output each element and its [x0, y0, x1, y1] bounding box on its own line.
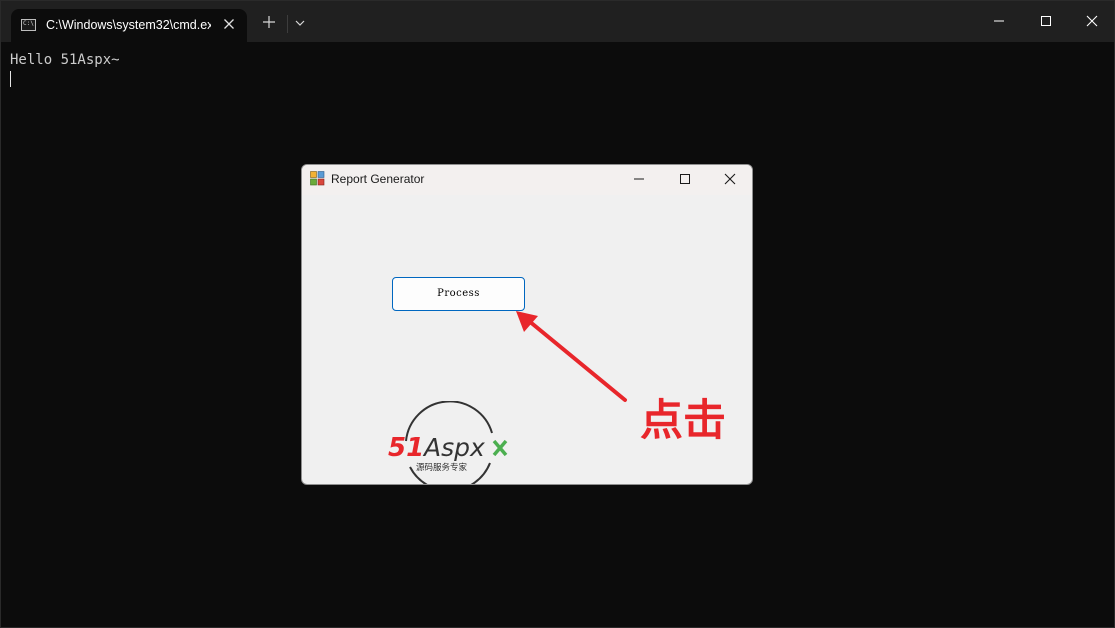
annotation-text: 点击 [640, 396, 726, 446]
watermark-brand-number: 51 [388, 433, 424, 463]
close-icon[interactable] [1084, 13, 1100, 29]
chevron-down-icon[interactable] [293, 16, 307, 30]
close-icon[interactable] [221, 16, 237, 32]
maximize-icon[interactable] [677, 171, 693, 187]
minimize-icon[interactable] [631, 171, 647, 187]
watermark-tagline: 源码服务专家 [416, 462, 468, 473]
plus-icon[interactable] [261, 14, 277, 30]
watermark-graphic: 51 Aspx 源码服务专家 [388, 400, 508, 484]
terminal-line: Hello 51Aspx~ [10, 52, 120, 68]
dialog-title: Report Generator [331, 172, 425, 186]
watermark-brand-name: Aspx [422, 433, 485, 462]
annotation-arrow [516, 311, 627, 402]
tab-separator [287, 15, 288, 33]
text-cursor [10, 71, 11, 87]
dialog-titlebar[interactable]: Report Generator [302, 165, 752, 195]
terminal-titlebar[interactable]: C:\Windows\system32\cmd.exe [1, 1, 1114, 42]
tab-title: C:\Windows\system32\cmd.exe [46, 18, 211, 32]
maximize-icon[interactable] [1038, 13, 1054, 29]
tab-cmd[interactable]: C:\Windows\system32\cmd.exe [11, 9, 247, 42]
close-icon[interactable] [722, 171, 738, 187]
minimize-icon[interactable] [991, 13, 1007, 29]
app-icon [310, 171, 325, 186]
cmd-icon [21, 19, 36, 31]
watermark-logo: 51 Aspx 源码服务专家 [388, 400, 514, 484]
